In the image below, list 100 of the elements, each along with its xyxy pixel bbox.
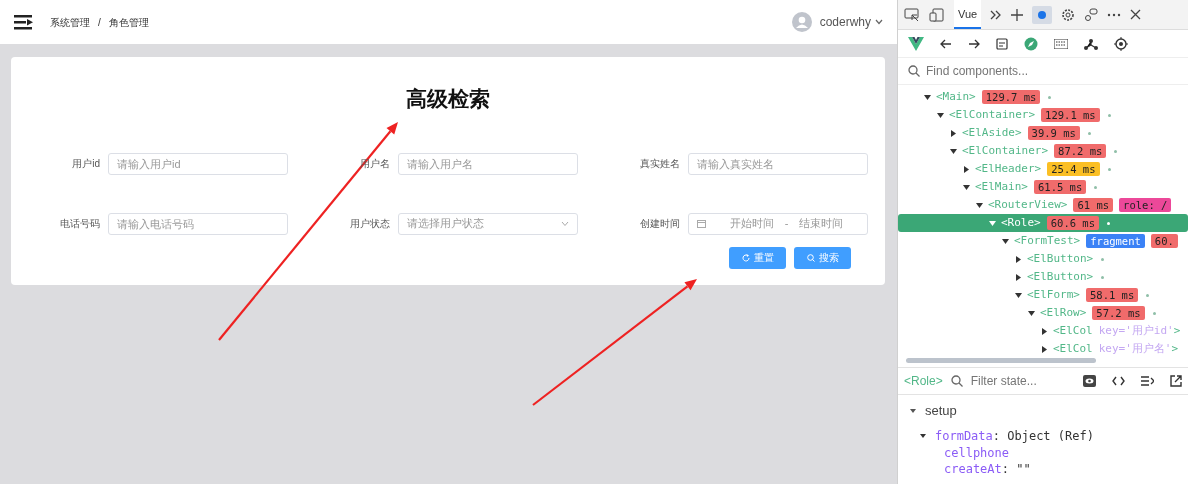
eye-icon[interactable] <box>1083 375 1096 387</box>
tree-badge: 39.9 ms <box>1027 126 1080 140</box>
tree-badge: 129.1 ms <box>1041 108 1100 122</box>
collapsed-icon[interactable] <box>1015 273 1023 281</box>
menu-icon[interactable] <box>14 14 34 30</box>
timeline-icon[interactable] <box>1054 38 1068 49</box>
collapsed-icon[interactable] <box>1015 255 1023 263</box>
tree-row[interactable]: <ElRow> 57.2 ms <box>898 304 1188 322</box>
search-field[interactable]: Find components... <box>926 62 1146 80</box>
tree-row[interactable]: <ElContainer> 87.2 ms <box>898 142 1188 160</box>
input-field[interactable]: 请输入真实姓名 <box>688 152 868 175</box>
connection-icon[interactable] <box>1084 7 1099 22</box>
component-name: <RouterView> <box>988 196 1068 213</box>
add-icon[interactable] <box>1011 8 1024 21</box>
breadcrumb-item[interactable]: 角色管理 <box>108 14 149 30</box>
select-field[interactable]: 请选择用户状态 <box>398 212 578 235</box>
prop-key: key='用户id' <box>1098 322 1174 340</box>
component-name: <ElContainer> <box>949 106 1036 123</box>
search-icon <box>908 65 920 77</box>
component-name: <ElAside> <box>962 124 1022 141</box>
tree-row[interactable]: <FormTest> fragment 60. <box>898 232 1188 250</box>
date-range-field[interactable]: 开始时间 - 结束时间 <box>688 212 868 235</box>
field-label: 真实姓名 <box>639 157 680 171</box>
expanded-icon[interactable] <box>950 147 958 155</box>
component-name: <FormTest> <box>1014 232 1081 249</box>
collapsed-icon[interactable] <box>1041 345 1049 353</box>
component-name: <Role> <box>1001 214 1041 231</box>
tree-row[interactable]: <ElHeader> 25.4 ms <box>898 160 1188 178</box>
more-icon[interactable] <box>1107 12 1122 17</box>
field-label: 电话号码 <box>59 217 100 231</box>
avatar-icon <box>791 12 812 32</box>
search-button[interactable]: 搜索 <box>794 246 851 269</box>
devtools-tab[interactable]: Vue <box>954 0 982 29</box>
device-icon[interactable] <box>929 7 945 22</box>
component-name: <ElRow> <box>1040 304 1087 321</box>
component-name: <ElButton> <box>1027 250 1094 267</box>
input-field[interactable]: 请输入用户名 <box>398 152 578 175</box>
expanded-icon[interactable] <box>924 93 932 101</box>
section-title: setup <box>925 402 957 420</box>
reset-button[interactable]: 重置 <box>729 246 786 269</box>
back-icon[interactable] <box>940 38 952 49</box>
tree-badge: 61 ms <box>1073 198 1114 212</box>
expanded-icon[interactable] <box>920 432 927 439</box>
tree-badge: 61.5 ms <box>1034 180 1087 194</box>
form-title: 高级检索 <box>405 86 491 112</box>
field-label: 用户状态 <box>349 217 390 231</box>
expanded-icon[interactable] <box>976 201 984 209</box>
field-label: 用户id <box>71 157 100 171</box>
tree-badge: fragment <box>1086 234 1145 248</box>
user-name[interactable]: coderwhy <box>819 13 871 31</box>
expanded-icon[interactable] <box>1015 291 1023 299</box>
external-link-icon[interactable] <box>1170 375 1182 387</box>
input-field[interactable]: 请输入用户id <box>108 152 288 175</box>
code-icon[interactable] <box>1112 376 1125 386</box>
expanded-icon[interactable] <box>910 407 917 414</box>
more-tabs-icon[interactable] <box>990 9 1003 20</box>
tree-row[interactable]: <RouterView> 61 ms role: / <box>898 196 1188 214</box>
target-icon[interactable] <box>1114 36 1128 51</box>
expanded-icon[interactable] <box>937 111 945 119</box>
vue-logo-icon <box>908 36 924 51</box>
state-entry: createAt: "" <box>943 460 1032 477</box>
compass-icon[interactable] <box>1024 36 1038 51</box>
filter-field[interactable]: Filter state... <box>970 372 1066 390</box>
collapsed-icon[interactable] <box>1041 327 1049 335</box>
tree-row[interactable]: <ElMain> 61.5 ms <box>898 178 1188 196</box>
expanded-icon[interactable] <box>1002 237 1010 245</box>
expanded-icon[interactable] <box>1028 309 1036 317</box>
date-start-placeholder: 开始时间 <box>730 216 774 232</box>
tree-row[interactable]: <Main> 129.7 ms <box>898 88 1188 106</box>
tree-badge: 57.2 ms <box>1092 306 1145 320</box>
graph-icon[interactable] <box>1084 37 1098 50</box>
record-icon[interactable] <box>1032 5 1053 24</box>
breadcrumb-item[interactable]: 系统管理 <box>50 14 90 30</box>
input-field[interactable]: 请输入电话号码 <box>108 212 288 235</box>
tree-row[interactable]: <ElContainer> 129.1 ms <box>898 106 1188 124</box>
field-label: 创建时间 <box>639 217 680 231</box>
collapsed-icon[interactable] <box>963 165 971 173</box>
component-name: <ElContainer> <box>962 142 1049 159</box>
tree-row[interactable]: <Role> 60.6 ms <box>898 214 1188 232</box>
tree-row[interactable]: <ElAside> 39.9 ms <box>898 124 1188 142</box>
component-name: <ElForm> <box>1027 286 1080 303</box>
document-icon[interactable] <box>996 37 1008 50</box>
refresh-icon <box>741 253 750 262</box>
expanded-icon[interactable] <box>963 183 971 191</box>
collapsed-icon[interactable] <box>950 129 958 137</box>
date-separator: - <box>784 216 789 232</box>
forward-icon[interactable] <box>968 38 980 49</box>
component-name: <ElCol <box>1053 322 1093 339</box>
breadcrumb-separator: / <box>98 15 101 30</box>
search-icon <box>806 253 815 262</box>
inspect-icon[interactable] <box>904 7 920 22</box>
close-icon[interactable] <box>1130 9 1142 20</box>
list-icon[interactable] <box>1141 376 1154 386</box>
prop-key: key='用户名' <box>1098 340 1172 358</box>
component-name: <ElMain> <box>975 178 1028 195</box>
gear-icon[interactable] <box>1061 7 1076 22</box>
tree-row[interactable]: <ElForm> 58.1 ms <box>898 286 1188 304</box>
tree-badge: 60. <box>1150 234 1178 248</box>
tree-badge: role: / <box>1119 198 1172 212</box>
chevron-down-icon[interactable] <box>875 19 883 25</box>
